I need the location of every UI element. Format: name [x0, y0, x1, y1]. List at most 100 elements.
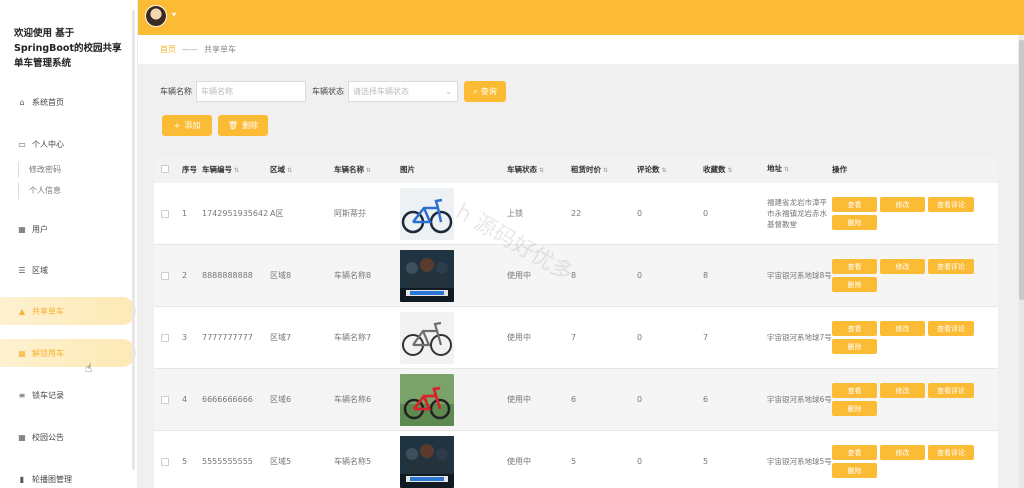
view-button[interactable]: 查看 — [832, 445, 877, 460]
edit-button[interactable]: 修改 — [880, 259, 925, 274]
edit-button[interactable]: 修改 — [880, 383, 925, 398]
bike-image — [400, 249, 454, 302]
cell-no: 2 — [182, 271, 188, 280]
sort-icon: ⇅ — [287, 166, 293, 174]
edit-button[interactable]: 修改 — [880, 445, 925, 460]
sidebar-item-shared-bikes[interactable]: ▲ 共享单车 — [0, 297, 136, 325]
name-search-input[interactable]: 车辆名称 — [196, 81, 306, 102]
cell-ops: 查看 修改 查看评论删除 — [832, 445, 992, 478]
sort-icon: ⇅ — [539, 166, 545, 174]
sidebar-item-home[interactable]: ⌂ 系统首页 — [0, 88, 136, 116]
sidebar-item-campus-notice[interactable]: ▦ 校园公告 — [0, 423, 136, 451]
header-favorites[interactable]: 收藏数 ⇅ — [703, 164, 767, 175]
select-all-checkbox[interactable] — [154, 165, 176, 173]
sidebar-item-label: 锁车记录 — [32, 390, 64, 400]
header-status[interactable]: 车辆状态 ⇅ — [507, 164, 571, 175]
view-button[interactable]: 查看 — [832, 383, 877, 398]
toolbar: + 添加 🗑 删除 — [162, 115, 268, 136]
view-comments-button[interactable]: 查看评论 — [928, 445, 974, 460]
scrollbar-thumb[interactable] — [1019, 40, 1024, 300]
delete-row-button[interactable]: 删除 — [832, 277, 877, 292]
delete-button-label: 删除 — [242, 121, 259, 130]
sidebar-item-label: 用户 — [32, 224, 48, 234]
row-checkbox[interactable] — [154, 395, 176, 404]
cell-name: 阿斯蒂芬 — [334, 209, 366, 218]
cell-code: 1742951935642 — [202, 209, 269, 218]
delete-button[interactable]: 🗑 删除 — [218, 115, 268, 136]
sidebar-item-carousel[interactable]: ▮ 轮播图管理 — [0, 465, 136, 488]
sidebar-subitem-change-password[interactable]: 修改密码 — [18, 162, 61, 178]
view-button[interactable]: 查看 — [832, 197, 877, 212]
search-icon: ⌕ — [473, 86, 478, 96]
sidebar-item-users[interactable]: ▦ 用户 — [0, 215, 136, 243]
search-bar: 车辆名称 车辆名称 车辆状态 请选择车辆状态 ⌄ ⌕ 查询 — [160, 81, 506, 102]
status-label: 车辆状态 — [312, 87, 344, 96]
cell-price: 5 — [571, 457, 577, 466]
header-address[interactable]: 地址 ⇅ — [767, 163, 832, 175]
view-button[interactable]: 查看 — [832, 321, 877, 336]
cell-image — [400, 249, 507, 302]
cell-price: 8 — [571, 271, 577, 280]
header-comments[interactable]: 评论数 ⇅ — [637, 164, 703, 175]
header-area[interactable]: 区域 ⇅ — [270, 164, 334, 175]
sort-icon: ⇅ — [366, 166, 372, 174]
sidebar-item-lock-records[interactable]: ≡ 锁车记录 — [0, 381, 136, 409]
header-code[interactable]: 车辆编号 ⇅ — [202, 164, 270, 175]
header-name[interactable]: 车辆名称 ⇅ — [334, 164, 400, 175]
row-checkbox[interactable] — [154, 457, 176, 466]
table-body: 1 1742951935642 A区 阿斯蒂芬 上锁 22 0 0 福建省龙岩市漳平市永福镇龙岩… — [154, 183, 998, 488]
view-comments-button[interactable]: 查看评论 — [928, 383, 974, 398]
sidebar-scrollbar[interactable] — [132, 10, 135, 470]
status-select[interactable]: 请选择车辆状态 ⌄ — [348, 81, 458, 102]
delete-row-button[interactable]: 删除 — [832, 401, 877, 416]
chevron-down-icon[interactable]: ▾ — [172, 10, 176, 19]
sidebar-item-profile-center[interactable]: ▭ 个人中心 — [0, 130, 136, 158]
view-comments-button[interactable]: 查看评论 — [928, 321, 974, 336]
query-button[interactable]: ⌕ 查询 — [464, 81, 506, 102]
thumb-icon: ▲ — [18, 306, 26, 316]
header-price[interactable]: 租赁时价 ⇅ — [571, 164, 637, 175]
grid-icon: ▦ — [18, 432, 26, 442]
sidebar-item-area[interactable]: ☰ 区域 — [0, 256, 136, 284]
edit-button[interactable]: 修改 — [880, 321, 925, 336]
row-checkbox[interactable] — [154, 271, 176, 280]
row-checkbox[interactable] — [154, 209, 176, 218]
cell-name: 车辆名称7 — [334, 333, 372, 342]
list-icon: ≡ — [18, 390, 26, 400]
name-label: 车辆名称 — [160, 87, 192, 96]
cell-code: 6666666666 — [202, 395, 253, 404]
avatar[interactable] — [145, 5, 167, 27]
cell-favorites: 6 — [703, 395, 709, 404]
cell-status: 使用中 — [507, 333, 531, 342]
cell-address: 宇宙银河系地球5号 — [767, 457, 832, 466]
row-checkbox[interactable] — [154, 333, 176, 342]
add-button[interactable]: + 添加 — [162, 115, 212, 136]
view-comments-button[interactable]: 查看评论 — [928, 259, 974, 274]
delete-row-button[interactable]: 删除 — [832, 215, 877, 230]
user-card-icon: ▭ — [18, 139, 26, 149]
cell-address: 福建省龙岩市漳平市永福镇龙岩赤水基督教堂 — [767, 198, 827, 229]
cell-no: 4 — [182, 395, 188, 404]
delete-row-button[interactable]: 删除 — [832, 339, 877, 354]
cell-favorites: 8 — [703, 271, 709, 280]
cell-comments: 0 — [637, 457, 643, 466]
sidebar-subitem-personal-info[interactable]: 个人信息 — [18, 183, 61, 199]
plus-icon: + — [173, 121, 181, 130]
cell-code: 5555555555 — [202, 457, 253, 466]
sort-icon: ⇅ — [727, 166, 733, 174]
content-scrollbar[interactable] — [1019, 35, 1024, 488]
bike-image — [400, 435, 454, 488]
table-row: 5 5555555555 区域5 车辆名称5 使用中 5 0 5 宇宙银河系地球5号 查看 修改 查看… — [154, 431, 998, 488]
mouse-cursor-icon: ☝ — [85, 361, 93, 375]
delete-row-button[interactable]: 删除 — [832, 463, 877, 478]
cell-area: 区域8 — [270, 271, 292, 280]
breadcrumb-home[interactable]: 首页 — [160, 44, 176, 55]
view-comments-button[interactable]: 查看评论 — [928, 197, 974, 212]
sort-icon: ⇅ — [784, 166, 790, 173]
cell-price: 22 — [571, 209, 582, 218]
add-button-label: 添加 — [184, 121, 201, 130]
view-button[interactable]: 查看 — [832, 259, 877, 274]
sidebar-item-unlock-bike[interactable]: ▦ 解锁用车 — [0, 339, 136, 367]
cell-image — [400, 311, 507, 364]
edit-button[interactable]: 修改 — [880, 197, 925, 212]
